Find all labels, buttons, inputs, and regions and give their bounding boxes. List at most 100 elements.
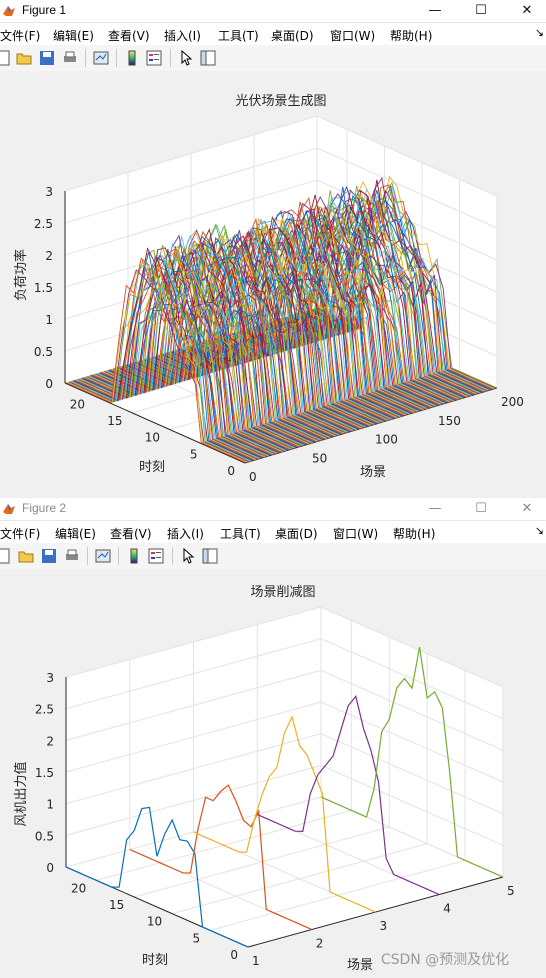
- figure-canvas: 1 2 3 4 5 0 5 10 15 20 0 0.5 1 1.5 2 2.5 3 场景削减图 场景 时刻 风机…: [0, 569, 546, 978]
- z-tick-label: 2: [45, 249, 53, 263]
- menu-edit[interactable]: 编辑(E): [55, 525, 96, 542]
- z-tick-label: 2.5: [34, 217, 53, 231]
- z-tick-label: 1: [45, 313, 53, 327]
- y-tick-label: 5: [190, 447, 198, 461]
- property-inspector-icon[interactable]: [200, 50, 216, 66]
- menu-bar: 文件(F) 编辑(E) 查看(V) 插入(I) 工具(T) 桌面(D) 窗口(W…: [0, 521, 546, 543]
- menu-overflow-icon[interactable]: ↘: [535, 524, 544, 537]
- menu-help[interactable]: 帮助(H): [393, 525, 435, 542]
- x-axis-label: 场景: [360, 465, 386, 480]
- menu-window[interactable]: 窗口(W): [330, 27, 375, 44]
- x-tick-label: 4: [443, 902, 451, 916]
- pointer-icon[interactable]: [180, 548, 196, 564]
- toolbar-separator: [172, 547, 173, 565]
- menu-view[interactable]: 查看(V): [110, 525, 152, 542]
- z-tick-label: 3: [45, 185, 53, 199]
- maximize-button[interactable]: ☐: [458, 498, 504, 520]
- menu-help[interactable]: 帮助(H): [390, 27, 432, 44]
- minimize-button[interactable]: —: [412, 0, 458, 22]
- figure-2-window: Figure 2 — ☐ ✕ 文件(F) 编辑(E) 查看(V) 插入(I) 工…: [0, 498, 546, 978]
- menu-overflow-icon[interactable]: ↘: [535, 26, 544, 39]
- watermark: CSDN @预测及优化: [381, 952, 509, 968]
- y-tick-label: 20: [70, 397, 85, 411]
- maximize-button[interactable]: ☐: [458, 0, 504, 22]
- menu-file[interactable]: 文件(F): [0, 27, 40, 44]
- z-tick-label: 0: [45, 377, 53, 391]
- menu-tools[interactable]: 工具(T): [220, 525, 261, 542]
- scenario-reduction-chart[interactable]: 1 2 3 4 5 0 5 10 15 20 0 0.5 1 1.5 2 2.5 3 场景削减图 场景 时刻 风机…: [0, 569, 546, 978]
- open-file-icon[interactable]: [16, 50, 32, 66]
- new-figure-icon[interactable]: [0, 50, 12, 66]
- close-button[interactable]: ✕: [504, 0, 546, 22]
- legend-icon[interactable]: [146, 50, 162, 66]
- z-tick-label: 1.5: [35, 766, 54, 780]
- print-icon[interactable]: [64, 548, 80, 564]
- y-axis-label: 时刻: [142, 953, 168, 968]
- z-tick-label: 0.5: [35, 829, 54, 843]
- link-plot-icon[interactable]: [93, 50, 109, 66]
- save-icon[interactable]: [41, 548, 57, 564]
- menu-insert[interactable]: 插入(I): [164, 27, 201, 44]
- y-tick-label: 0: [230, 948, 238, 962]
- new-figure-icon[interactable]: [0, 548, 12, 564]
- legend-icon[interactable]: [148, 548, 164, 564]
- menu-insert[interactable]: 插入(I): [167, 525, 204, 542]
- z-tick-label: 2.5: [35, 703, 54, 717]
- y-tick-label: 10: [147, 915, 162, 929]
- y-tick-label: 5: [192, 931, 200, 945]
- z-axis-label: 风机出力值: [13, 761, 29, 826]
- z-tick-label: 3: [46, 671, 54, 685]
- y-tick-label: 15: [107, 414, 122, 428]
- figure-1-window: Figure 1 — ☐ ✕ 文件(F) 编辑(E) 查看(V) 插入(I) 工…: [0, 0, 546, 498]
- chart-title: 光伏场景生成图: [235, 94, 326, 109]
- z-tick-label: 0: [46, 861, 54, 875]
- title-bar: Figure 1 — ☐ ✕: [0, 0, 546, 23]
- print-icon[interactable]: [62, 50, 78, 66]
- minimize-button[interactable]: —: [412, 498, 458, 520]
- menu-tools[interactable]: 工具(T): [218, 27, 259, 44]
- menu-bar: 文件(F) 编辑(E) 查看(V) 插入(I) 工具(T) 桌面(D) 窗口(W…: [0, 23, 546, 45]
- x-axis-label: 场景: [347, 958, 373, 973]
- toolbar-separator: [85, 49, 86, 67]
- menu-file[interactable]: 文件(F): [0, 525, 40, 542]
- y-tick-label: 15: [109, 898, 124, 912]
- pv-scenario-chart[interactable]: 0501001502000510152000.511.522.53光伏场景生成图…: [0, 71, 546, 498]
- menu-desktop[interactable]: 桌面(D): [275, 525, 318, 542]
- colorbar-icon[interactable]: [126, 548, 142, 564]
- open-file-icon[interactable]: [18, 548, 34, 564]
- z-tick-label: 2: [46, 734, 54, 748]
- y-tick-label: 10: [145, 431, 160, 445]
- colorbar-icon[interactable]: [124, 50, 140, 66]
- x-tick-label: 100: [375, 433, 398, 447]
- x-tick-label: 2: [316, 937, 324, 951]
- x-tick-label: 0: [249, 470, 257, 484]
- x-tick-label: 200: [501, 395, 524, 409]
- y-axis-label: 时刻: [139, 460, 165, 475]
- property-inspector-icon[interactable]: [202, 548, 218, 564]
- y-tick-label: 20: [71, 881, 86, 895]
- close-button[interactable]: ✕: [504, 498, 546, 520]
- toolbar-separator: [118, 547, 119, 565]
- title-bar: Figure 2 — ☐ ✕: [0, 498, 546, 521]
- save-icon[interactable]: [39, 50, 55, 66]
- x-tick-label: 3: [380, 919, 388, 933]
- window-title: Figure 1: [22, 3, 67, 17]
- window-title: Figure 2: [22, 501, 67, 515]
- link-plot-icon[interactable]: [95, 548, 111, 564]
- y-tick-label: 0: [227, 464, 235, 478]
- x-tick-label: 5: [507, 884, 515, 898]
- menu-desktop[interactable]: 桌面(D): [271, 27, 314, 44]
- menu-edit[interactable]: 编辑(E): [53, 27, 94, 44]
- x-tick-label: 50: [312, 451, 327, 465]
- pointer-icon[interactable]: [178, 50, 194, 66]
- matlab-icon: [3, 6, 15, 16]
- toolbar: [0, 543, 546, 570]
- toolbar-separator: [87, 547, 88, 565]
- z-tick-label: 1: [46, 798, 54, 812]
- toolbar-separator: [170, 49, 171, 67]
- menu-view[interactable]: 查看(V): [108, 27, 150, 44]
- matlab-icon: [3, 504, 15, 514]
- menu-window[interactable]: 窗口(W): [333, 525, 378, 542]
- x-tick-label: 1: [252, 954, 260, 968]
- chart-title: 场景削减图: [250, 585, 315, 600]
